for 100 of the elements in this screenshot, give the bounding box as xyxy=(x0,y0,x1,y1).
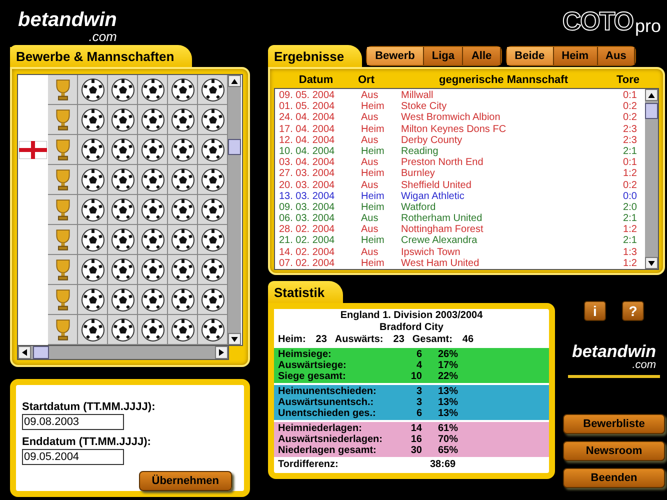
trophy-icon[interactable] xyxy=(48,225,78,255)
score-cell-text: 2:3 xyxy=(622,134,638,146)
right-arrow-icon[interactable] xyxy=(219,349,224,356)
trophy-icon[interactable] xyxy=(48,165,78,195)
stat-count: 10 xyxy=(410,371,422,382)
panel-title: Statistik xyxy=(268,281,343,303)
total-label: Heim: xyxy=(278,334,306,346)
date-cell-text: 14. 02. 2004 xyxy=(278,246,336,258)
score-cell-text: 2:0 xyxy=(622,202,638,214)
score-cell-text: 1:3 xyxy=(622,246,638,258)
venue-cell-text: Heim xyxy=(360,258,386,269)
score-cell-text: 0:1 xyxy=(622,157,638,168)
opponent-cell-text: Watford xyxy=(401,202,437,214)
score-cell-text: 1:2 xyxy=(622,258,638,269)
stat-count: 3 xyxy=(415,386,422,397)
score-cell-text: 2:3 xyxy=(622,124,638,135)
stat-percent: 65% xyxy=(438,445,458,456)
date-cell-text: 27. 03. 2004 xyxy=(278,168,336,180)
stat-label: Tordifferenz: xyxy=(278,459,340,471)
help-button[interactable]: ? xyxy=(622,301,644,321)
trophy-icon[interactable] xyxy=(48,315,78,345)
end-date-field[interactable]: 09.05.2004 xyxy=(22,449,124,465)
stat-label: Niederlagen gesamt: xyxy=(278,445,378,456)
product-logo: COTOpro xyxy=(562,5,662,37)
stat-label: Auswärtsniederlagen: xyxy=(278,434,384,445)
stat-percent: 13% xyxy=(438,386,458,397)
venue-tab[interactable]: Heim xyxy=(554,47,598,65)
betandwin-logo: betandwin .com xyxy=(568,343,660,378)
stat-label: Heimniederlagen: xyxy=(278,423,363,434)
filter-tab[interactable]: Bewerb xyxy=(367,47,424,65)
score-cell-text: 0:2 xyxy=(622,112,638,124)
date-cell-text: 21. 02. 2004 xyxy=(278,235,336,247)
trophy-icon[interactable] xyxy=(48,105,78,135)
venue-tab[interactable]: Aus xyxy=(598,47,636,65)
scroll-thumb[interactable] xyxy=(645,103,658,119)
venue-cell-text: Heim xyxy=(360,202,386,214)
trophy-icon[interactable] xyxy=(48,255,78,285)
menu-button[interactable]: Beenden xyxy=(563,468,665,488)
stat-label: Heimsiege: xyxy=(278,349,332,360)
total-value: 23 xyxy=(316,334,327,346)
opponent-cell-text: Sheffield United xyxy=(401,180,472,191)
apply-button[interactable]: Übernehmen xyxy=(138,471,232,491)
opponent-cell-text: Ipswich Town xyxy=(401,246,462,258)
venue-cell-text: Heim xyxy=(360,190,386,202)
horizontal-scrollbar[interactable] xyxy=(17,346,229,360)
date-cell-text: 09. 05. 2004 xyxy=(278,90,336,102)
score-cell-text: 1:2 xyxy=(622,224,638,236)
opponent-cell-text: Crewe Alexandra xyxy=(401,235,478,247)
venue-cell-text: Heim xyxy=(360,168,386,180)
trophy-icon[interactable] xyxy=(48,135,78,165)
opponent-cell-text: Nottingham Forest xyxy=(401,224,484,236)
venue-cell-text: Aus xyxy=(360,157,380,168)
panel-title: Bewerbe & Mannschaften xyxy=(10,45,192,67)
england-flag-icon[interactable] xyxy=(19,141,47,159)
trophy-icon[interactable] xyxy=(48,195,78,225)
venue-tab[interactable]: Beide xyxy=(506,47,554,65)
menu-button[interactable]: Newsroom xyxy=(563,441,665,461)
filter-tab[interactable]: Alle xyxy=(463,47,501,65)
date-cell-text: 13. 03. 2004 xyxy=(278,190,336,202)
up-arrow-icon[interactable] xyxy=(648,92,655,98)
stat-percent: 17% xyxy=(438,360,458,371)
venue-cell-text: Heim xyxy=(360,146,386,158)
scroll-thumb[interactable] xyxy=(33,346,49,359)
opponent-cell-text: Burnley xyxy=(401,168,436,180)
date-cell-text: 07. 02. 2004 xyxy=(278,258,336,269)
trophy-icon[interactable] xyxy=(48,285,78,315)
date-cell-text: 12. 04. 2004 xyxy=(278,134,336,146)
stat-count: 3 xyxy=(415,397,422,408)
opponent-cell-text: West Bromwich Albion xyxy=(401,112,502,124)
date-cell-text: 09. 03. 2004 xyxy=(278,202,336,214)
date-cell-text: 10. 04. 2004 xyxy=(278,146,336,158)
stat-label: Heimunentschieden: xyxy=(278,386,378,397)
start-date-field[interactable]: 09.08.2003 xyxy=(22,414,124,430)
filter-tab[interactable]: Liga xyxy=(424,47,464,65)
trophy-icon[interactable] xyxy=(48,75,78,105)
down-arrow-icon[interactable] xyxy=(648,260,655,266)
venue-cell-text: Aus xyxy=(360,134,380,146)
stat-label: Auswärtsiege: xyxy=(278,360,348,371)
down-arrow-icon[interactable] xyxy=(231,336,238,342)
scroll-thumb[interactable] xyxy=(228,139,241,155)
up-arrow-icon[interactable] xyxy=(231,78,238,84)
venue-cell-text: Heim xyxy=(360,124,386,135)
stat-percent: 13% xyxy=(438,408,458,419)
team-name: Bradford City xyxy=(378,322,444,334)
info-button[interactable]: i xyxy=(584,301,606,321)
date-cell-text: 17. 04. 2004 xyxy=(278,124,336,135)
vertical-scrollbar[interactable] xyxy=(645,89,658,269)
vertical-scrollbar[interactable] xyxy=(228,75,241,345)
score-cell-text: 2:1 xyxy=(622,213,638,224)
opponent-cell-text: Milton Keynes Dons FC xyxy=(401,124,508,135)
menu-button[interactable]: Bewerbliste xyxy=(563,414,665,434)
date-cell-text: 24. 04. 2004 xyxy=(278,112,336,124)
venue-cell-text: Heim xyxy=(360,235,386,247)
date-cell-text: 03. 04. 2004 xyxy=(278,157,336,168)
stat-percent: 26% xyxy=(438,349,458,360)
left-arrow-icon[interactable] xyxy=(22,349,27,356)
total-value: 46 xyxy=(462,334,474,346)
score-cell-text: 0:1 xyxy=(622,90,638,102)
stat-percent: 70% xyxy=(438,434,458,445)
opponent-cell-text: Derby County xyxy=(401,134,464,146)
